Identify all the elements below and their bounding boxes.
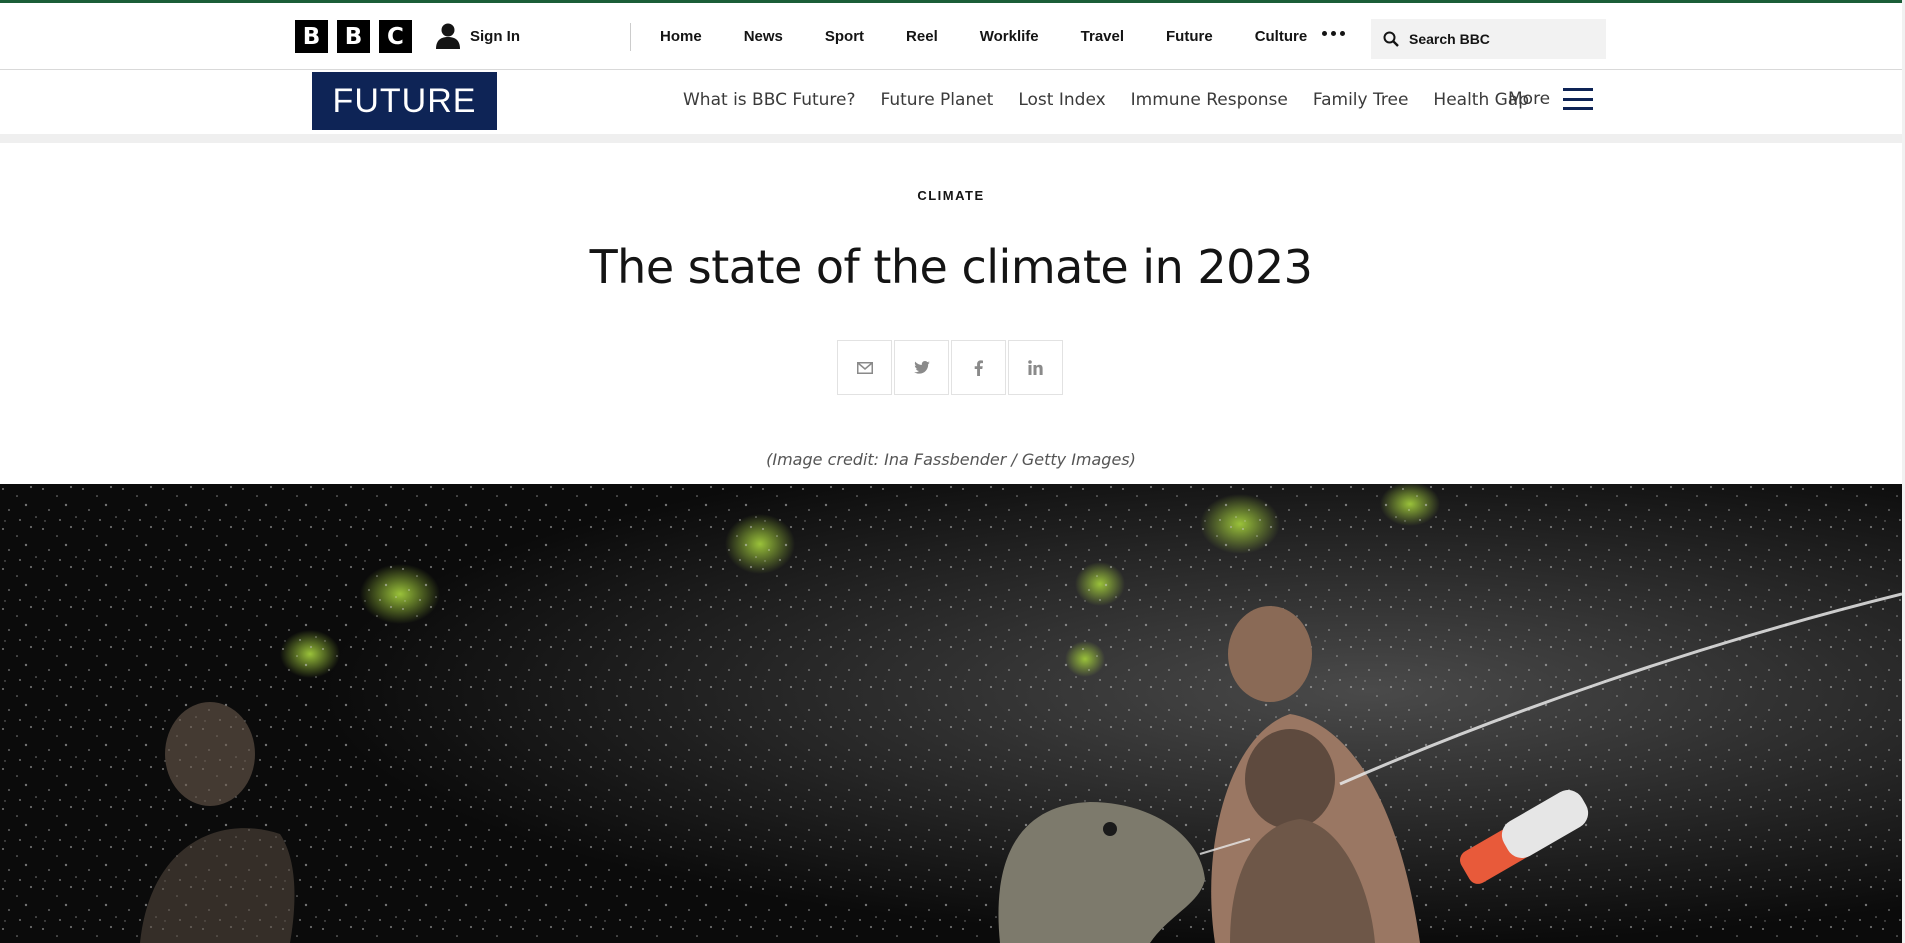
email-icon bbox=[856, 361, 873, 374]
bbc-main-nav: Home News Sport Reel Worklife Travel Fut… bbox=[660, 28, 1349, 45]
subnav-family-tree[interactable]: Family Tree bbox=[1313, 90, 1409, 110]
nav-future[interactable]: Future bbox=[1166, 28, 1213, 45]
subnav-immune-response[interactable]: Immune Response bbox=[1131, 90, 1288, 110]
bbc-logo-letter: C bbox=[379, 20, 412, 53]
subnav-what-is-bbc-future[interactable]: What is BBC Future? bbox=[683, 90, 856, 110]
nav-sport[interactable]: Sport bbox=[825, 28, 864, 45]
future-section-bar: FUTURE What is BBC Future? Future Planet… bbox=[0, 70, 1902, 134]
nav-divider bbox=[630, 23, 631, 51]
future-sub-nav: What is BBC Future? Future Planet Lost I… bbox=[683, 90, 1554, 110]
nav-worklife[interactable]: Worklife bbox=[980, 28, 1039, 45]
more-menu-button[interactable]: More bbox=[1508, 88, 1594, 110]
more-label: More bbox=[1508, 89, 1551, 109]
nav-news[interactable]: News bbox=[744, 28, 783, 45]
share-twitter-button[interactable] bbox=[894, 340, 949, 395]
user-icon bbox=[436, 23, 460, 49]
share-linkedin-button[interactable] bbox=[1008, 340, 1063, 395]
subnav-future-planet[interactable]: Future Planet bbox=[881, 90, 994, 110]
sign-in-label: Sign In bbox=[470, 27, 520, 45]
bbc-logo-letter: B bbox=[295, 20, 328, 53]
share-email-button[interactable] bbox=[837, 340, 892, 395]
search-icon bbox=[1383, 31, 1399, 47]
hero-photo-illustration bbox=[0, 484, 1902, 943]
more-dots-icon[interactable] bbox=[1322, 31, 1345, 36]
sign-in-button[interactable]: Sign In bbox=[436, 23, 520, 49]
search-placeholder: Search BBC bbox=[1409, 31, 1490, 47]
future-logo[interactable]: FUTURE bbox=[312, 72, 497, 130]
hamburger-menu-icon bbox=[1563, 88, 1594, 110]
subnav-lost-index[interactable]: Lost Index bbox=[1018, 90, 1105, 110]
hero-image bbox=[0, 484, 1902, 943]
bbc-logo[interactable]: B B C bbox=[295, 20, 412, 53]
share-facebook-button[interactable] bbox=[951, 340, 1006, 395]
twitter-icon bbox=[913, 361, 930, 374]
facebook-icon bbox=[974, 359, 983, 376]
nav-home[interactable]: Home bbox=[660, 28, 702, 45]
article-category[interactable]: CLIMATE bbox=[0, 188, 1902, 203]
nav-travel[interactable]: Travel bbox=[1081, 28, 1124, 45]
section-divider bbox=[0, 134, 1902, 143]
linkedin-icon bbox=[1028, 360, 1043, 375]
search-bbc-input[interactable]: Search BBC bbox=[1371, 19, 1606, 59]
article-headline: The state of the climate in 2023 bbox=[589, 240, 1313, 294]
nav-reel[interactable]: Reel bbox=[906, 28, 938, 45]
bbc-top-bar: B B C Sign In Home News Sport Reel Workl… bbox=[0, 0, 1902, 70]
nav-culture[interactable]: Culture bbox=[1255, 28, 1308, 45]
share-buttons bbox=[837, 340, 1063, 395]
bbc-logo-letter: B bbox=[337, 20, 370, 53]
image-credit: (Image credit: Ina Fassbender / Getty Im… bbox=[766, 450, 1136, 469]
